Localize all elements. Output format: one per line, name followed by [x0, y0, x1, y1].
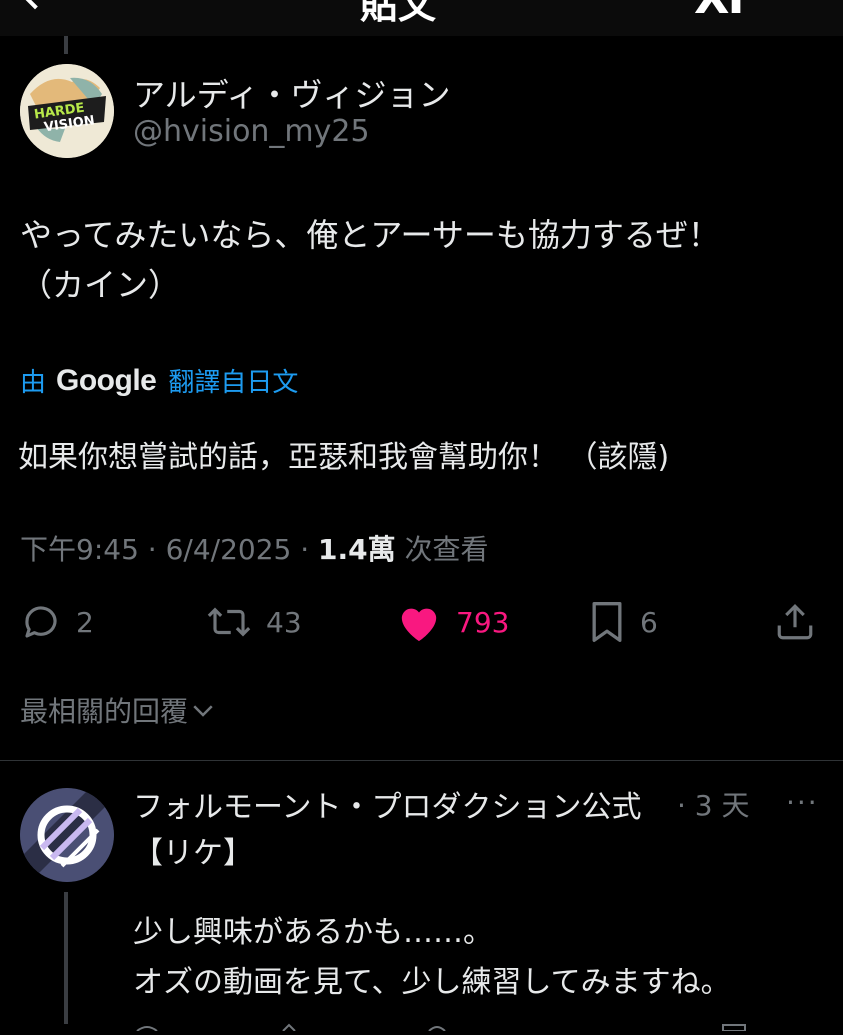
reply-text-line: 少し興味があるかも……。 [133, 915, 493, 950]
repost-count: 43 [266, 605, 302, 639]
reply-text-line: オズの動画を見て、少し練習してみますね。 [133, 965, 731, 1000]
reply-author-name[interactable]: フォルモーント・プロダクション公式 [133, 782, 642, 826]
back-arrow-icon[interactable] [16, 0, 54, 10]
reply-icon [25, 606, 57, 638]
repost-button[interactable]: 43 [206, 598, 302, 646]
replies-sort-label: 最相關的回覆 [20, 695, 189, 728]
repost-icon [207, 607, 251, 637]
more-options-icon[interactable]: ··· [786, 786, 819, 819]
chevron-down-icon [193, 705, 213, 717]
replies-sort-dropdown[interactable]: 最相關的回覆 [20, 690, 218, 730]
reply-text: 少し興味があるかも……。 オズの動画を見て、少し練習してみますね。 [133, 908, 731, 1008]
google-logo: Google [56, 363, 157, 397]
translation-attribution[interactable]: 由 Google 翻譯自日文 [20, 362, 298, 399]
brand-logo: XI [694, 0, 745, 24]
translation-source-label: 翻譯自日文 [168, 368, 299, 398]
reply-action-bar [133, 1016, 833, 1032]
reply-avatar[interactable] [20, 788, 114, 882]
translation-by-label: 由 [20, 368, 47, 398]
tweet-meta: 下午9:45 · 6/4/2025 · 1.4萬 次查看 [20, 528, 489, 568]
tweet-timestamp[interactable]: 下午9:45 · 6/4/2025 · [20, 533, 318, 566]
harde-vision-logo: HARDE VISION [20, 64, 114, 158]
views-count: 1.4萬 [318, 533, 396, 566]
divider [0, 760, 843, 761]
author-display-name[interactable]: アルディ・ヴィジョン [133, 70, 450, 116]
tweet-text-line: （カイン） [20, 266, 181, 304]
like-count: 793 [456, 605, 510, 639]
reply-button[interactable]: 2 [20, 598, 94, 646]
views-label: 次查看 [395, 533, 489, 566]
reply-count: 2 [76, 605, 94, 639]
share-icon [777, 604, 813, 640]
thread-connector [64, 892, 68, 1024]
bookmark-icon [592, 602, 622, 642]
author-handle[interactable]: @hvision_my25 [133, 114, 370, 149]
page-title: 貼文 [360, 0, 437, 27]
bookmark-button[interactable]: 6 [588, 598, 658, 646]
reply-speaker-tag: 【リケ】 [133, 836, 253, 871]
top-bar: 貼文 XI [0, 0, 843, 36]
thread-connector-top [64, 36, 68, 54]
heart-filled-icon [401, 608, 437, 642]
reply-action-icons-cropped [136, 1023, 746, 1032]
tweet-text-line: やってみたいなら、俺とアーサーも協力するぜ！ [20, 216, 720, 254]
translated-text: 如果你想嘗試的話，亞瑟和我會幫助你！ （該隱) [18, 440, 670, 475]
share-button[interactable] [774, 598, 816, 646]
formond-production-logo [20, 788, 114, 882]
bookmark-count: 6 [640, 605, 658, 639]
reply-timestamp[interactable]: · 3 天 [677, 784, 750, 824]
like-button[interactable]: 793 [396, 598, 509, 646]
avatar[interactable]: HARDE VISION [20, 64, 114, 158]
tweet-text: やってみたいなら、俺とアーサーも協力するぜ！ （カイン） [20, 210, 825, 310]
